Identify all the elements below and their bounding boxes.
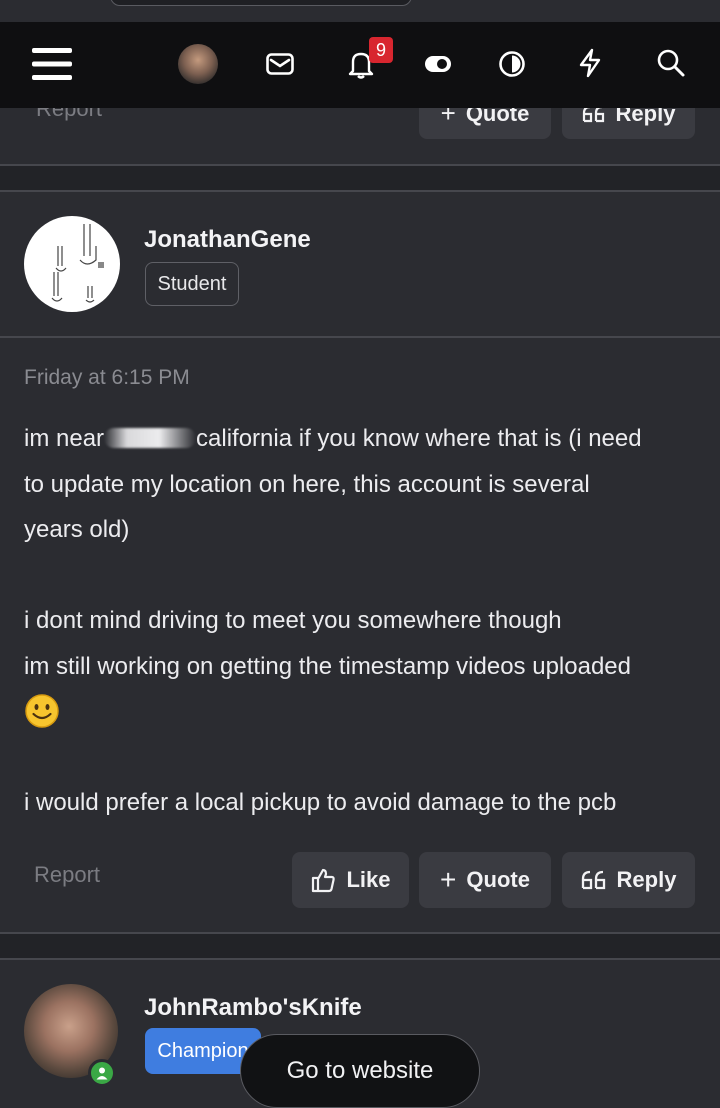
quote-marks-icon <box>581 870 605 890</box>
toggle-icon[interactable] <box>422 50 454 78</box>
like-button[interactable]: Like <box>292 852 409 908</box>
body-line: i dont mind driving to meet you somewher… <box>24 607 562 634</box>
body-line: to update my location on here, this acco… <box>24 470 590 498</box>
go-to-website-button[interactable]: Go to website <box>240 1034 480 1108</box>
top-pill <box>110 0 412 6</box>
quote-label: Quote <box>466 867 530 892</box>
notification-badge: 9 <box>369 37 393 63</box>
divider <box>0 336 720 338</box>
online-status-icon <box>88 1059 116 1087</box>
quote-button[interactable]: + Quote <box>419 852 551 908</box>
author-role-badge: Student <box>145 262 239 306</box>
hamburger-menu-icon[interactable] <box>30 44 74 84</box>
author-avatar[interactable] <box>24 216 120 312</box>
divider <box>0 958 720 960</box>
body-line: i would prefer a local pickup to avoid d… <box>24 789 617 816</box>
post-gap <box>0 166 720 190</box>
report-link[interactable]: Report <box>34 862 100 888</box>
lightning-icon[interactable] <box>574 46 606 80</box>
body-line: im still working on getting the timestam… <box>24 652 631 680</box>
smiley-emoji-icon <box>25 694 59 728</box>
redacted-text <box>104 428 197 448</box>
thumbs-up-icon <box>312 868 336 893</box>
user-avatar[interactable] <box>178 44 218 84</box>
body-line: im near california if you know where that… <box>24 416 704 462</box>
post-timestamp[interactable]: Friday at 6:15 PM <box>24 366 190 390</box>
body-line: years old) <box>24 516 130 543</box>
body-line <box>24 689 704 735</box>
next-author-username[interactable]: JohnRambo'sKnife <box>144 994 362 1022</box>
envelope-icon[interactable] <box>264 48 296 80</box>
reply-button[interactable]: Reply <box>562 852 695 908</box>
like-label: Like <box>346 867 391 892</box>
author-username[interactable]: JonathanGene <box>144 226 311 254</box>
post-gap <box>0 934 720 958</box>
contrast-icon[interactable] <box>496 48 528 80</box>
body-text-fragment: california if you know where that is (i … <box>196 425 642 452</box>
reply-label: Reply <box>616 867 677 892</box>
post-body: im near california if you know where that… <box>24 416 704 826</box>
search-icon[interactable] <box>654 46 688 80</box>
plus-icon: + <box>440 864 457 895</box>
body-text-fragment: im near <box>24 425 105 452</box>
